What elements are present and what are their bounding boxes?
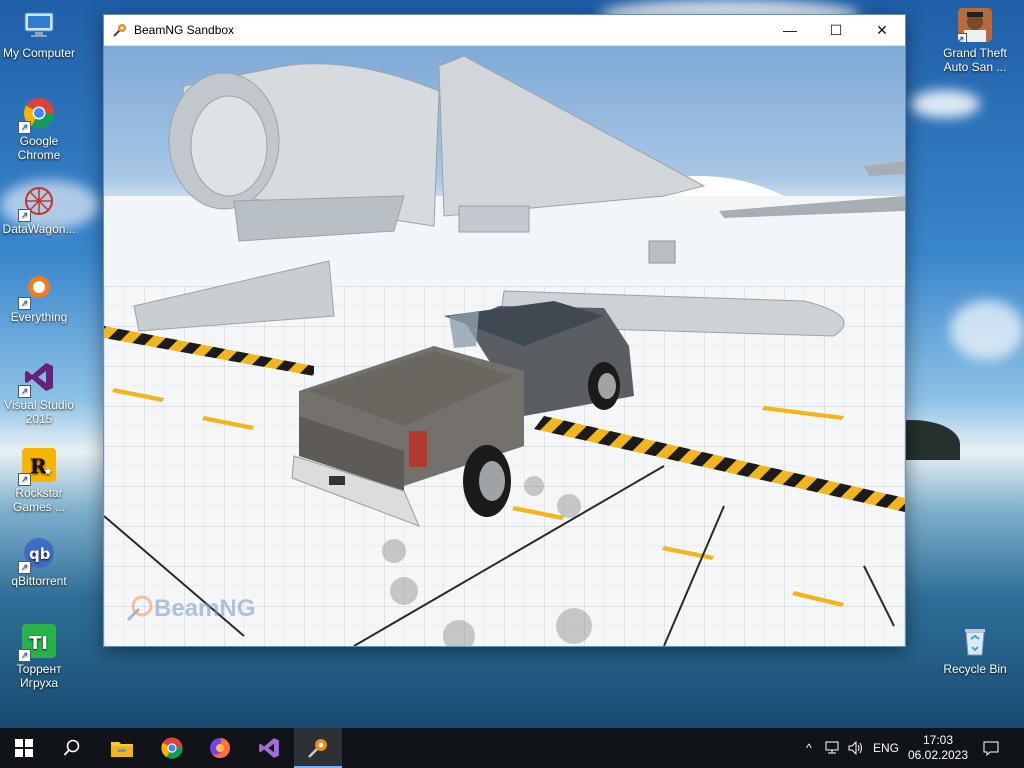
language-indicator[interactable]: ENG xyxy=(868,728,904,768)
beamng-watermark: BeamNG xyxy=(124,594,255,624)
desktop-icon-label: My Computer xyxy=(2,46,76,60)
desktop-icon-label: Google Chrome xyxy=(17,134,61,162)
close-icon: ✕ xyxy=(876,21,888,38)
taskbar-visual-studio[interactable] xyxy=(245,728,293,768)
chrome-icon xyxy=(161,737,183,759)
desktop-icon-label: Grand Theft Auto San ... xyxy=(943,46,1007,74)
show-hidden-icons-button[interactable]: ^ xyxy=(798,728,820,768)
visual-studio-icon xyxy=(259,738,279,758)
beamng-icon xyxy=(308,739,327,758)
desktop-icon-google-chrome[interactable]: ↗ Google Chrome xyxy=(0,96,78,162)
desktop-icon-label: Торрент Игруха xyxy=(16,662,62,690)
desktop-icon-label: qBittorrent xyxy=(11,574,67,588)
window-title: BeamNG Sandbox xyxy=(134,23,235,37)
qbittorrent-icon: qb ↗ xyxy=(18,536,56,574)
computer-icon xyxy=(22,8,56,42)
search-icon xyxy=(63,739,80,756)
minimize-icon: — xyxy=(783,22,797,38)
svg-text:★: ★ xyxy=(43,466,53,478)
desktop-icon-datawagon[interactable]: ↗ DataWagon... xyxy=(0,184,78,236)
desktop-icon-visual-studio[interactable]: ↗ Visual Studio 2015 xyxy=(0,360,78,426)
desktop-icon-label: Recycle Bin xyxy=(943,662,1007,676)
firefox-icon xyxy=(210,738,230,758)
beamng-window[interactable]: BeamNG Sandbox — ☐ ✕ BeamNG xyxy=(103,14,906,647)
desktop-icon-torrent-igruha[interactable]: TI ↗ Торрент Игруха xyxy=(0,624,78,690)
game-scene xyxy=(104,55,905,646)
close-button[interactable]: ✕ xyxy=(859,15,905,45)
desktop-icon-rockstar-games[interactable]: R ★ ↗ Rockstar Games ... xyxy=(0,448,78,514)
desktop-icon-label: Visual Studio 2015 xyxy=(4,398,74,426)
desktop-icon-gta-san-andreas[interactable]: ↗ Grand Theft Auto San ... xyxy=(936,8,1014,74)
taskbar-file-explorer[interactable] xyxy=(98,728,146,768)
start-button[interactable] xyxy=(0,728,48,768)
minimize-button[interactable]: — xyxy=(767,15,813,45)
clock-time: 17:03 xyxy=(922,733,954,747)
desktop-icon-label: Rockstar Games ... xyxy=(12,486,65,514)
file-explorer-icon xyxy=(111,742,133,757)
taskbar-firefox[interactable] xyxy=(196,728,244,768)
gta-san-andreas-icon: ↗ xyxy=(958,8,992,42)
desktop-icon-label: Everything xyxy=(10,310,68,324)
language-label: ENG xyxy=(872,741,899,755)
desktop-icon-recycle-bin[interactable]: Recycle Bin xyxy=(936,624,1014,676)
svg-text:TI: TI xyxy=(29,633,48,654)
volume-button[interactable] xyxy=(845,728,867,768)
notification-icon xyxy=(983,741,999,756)
maximize-button[interactable]: ☐ xyxy=(813,15,859,45)
taskbar-beamng[interactable] xyxy=(294,728,342,768)
svg-text:qb: qb xyxy=(29,545,51,563)
visual-studio-icon: ↗ xyxy=(18,360,56,398)
datawagon-icon: ↗ xyxy=(18,184,56,222)
everything-icon: ↗ xyxy=(18,272,56,310)
maximize-icon: ☐ xyxy=(829,21,843,38)
desktop-icon-everything[interactable]: ↗ Everything xyxy=(0,272,78,324)
rockstar-icon: R ★ ↗ xyxy=(18,448,56,486)
network-icon xyxy=(825,741,839,754)
clock-date: 06.02.2023 xyxy=(907,748,969,762)
chrome-icon: ↗ xyxy=(18,96,56,134)
beamng-icon xyxy=(112,22,128,38)
recycle-bin-icon xyxy=(958,624,992,658)
notifications-button[interactable] xyxy=(976,728,1006,768)
speaker-icon xyxy=(848,741,862,755)
network-button[interactable] xyxy=(822,728,844,768)
watermark-text: BeamNG xyxy=(154,595,256,622)
desktop-background: My Computer ↗ Google Chrome ↗ DataWagon.… xyxy=(0,0,1024,728)
desktop-icon-my-computer[interactable]: My Computer xyxy=(0,8,78,60)
desktop-icon-qbittorrent[interactable]: qb ↗ qBittorrent xyxy=(0,536,78,588)
windows-start-icon xyxy=(15,739,33,757)
taskbar: ^ ENG 17:03 06.02.2023 xyxy=(0,728,1024,768)
torrent-igruha-icon: TI ↗ xyxy=(18,624,56,662)
chevron-up-icon: ^ xyxy=(806,741,812,755)
clock[interactable]: 17:03 06.02.2023 xyxy=(906,728,970,768)
taskbar-chrome[interactable] xyxy=(148,728,196,768)
beamng-logo-icon xyxy=(126,595,153,622)
window-titlebar[interactable]: BeamNG Sandbox — ☐ ✕ xyxy=(104,15,905,46)
game-viewport[interactable]: BeamNG xyxy=(104,46,905,646)
search-button[interactable] xyxy=(48,728,96,768)
desktop-icon-label: DataWagon... xyxy=(2,222,76,236)
